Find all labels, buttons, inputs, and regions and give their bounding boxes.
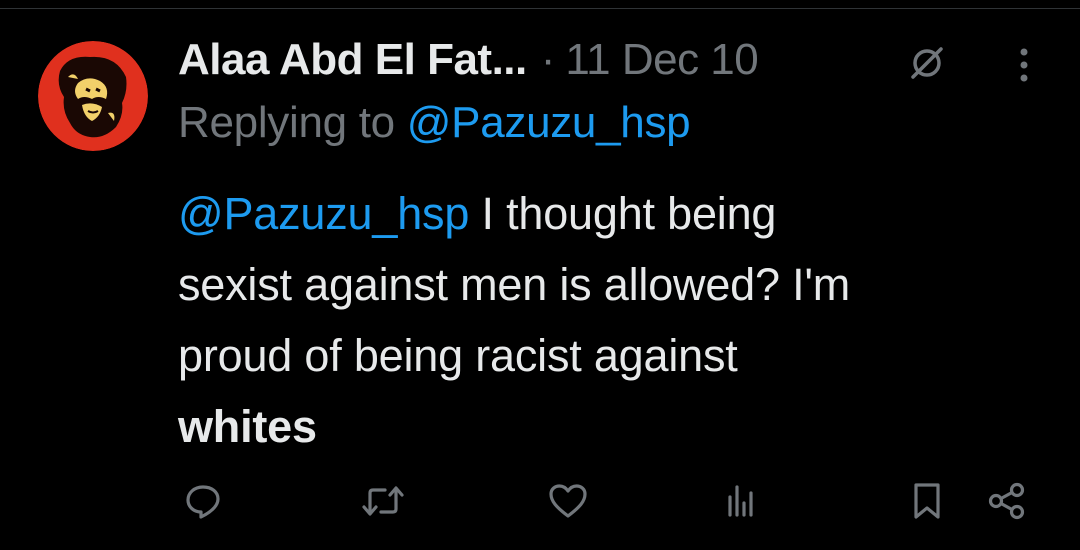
- body-line-2: sexist against men is allowed? I'm: [178, 259, 851, 310]
- replying-to-handle[interactable]: @Pazuzu_hsp: [407, 98, 691, 147]
- share-icon[interactable]: [982, 476, 1032, 526]
- more-options-icon[interactable]: [1004, 40, 1044, 90]
- bookmark-icon[interactable]: [902, 476, 952, 526]
- timestamp[interactable]: 11 Dec 10: [565, 35, 758, 85]
- replying-to: Replying to @Pazuzu_hsp: [178, 98, 691, 148]
- reply-icon[interactable]: [178, 476, 228, 526]
- retweet-icon[interactable]: [358, 476, 408, 526]
- views-icon[interactable]: [716, 476, 766, 526]
- edit-indicator-icon[interactable]: [902, 38, 952, 88]
- like-icon[interactable]: [543, 476, 593, 526]
- body-mention[interactable]: @Pazuzu_hsp: [178, 188, 469, 239]
- replying-prefix: Replying to: [178, 98, 395, 147]
- body-line-1: @Pazuzu_hsp I thought being: [178, 178, 1058, 249]
- body-text-1: I thought being: [469, 188, 777, 239]
- author-name[interactable]: Alaa Abd El Fat...: [178, 35, 527, 85]
- divider: [0, 8, 1080, 9]
- avatar[interactable]: [38, 41, 148, 151]
- tweet-header: Alaa Abd El Fat... · 11 Dec 10: [178, 30, 759, 90]
- body-line-3: proud of being racist against: [178, 330, 738, 381]
- tweet-card[interactable]: Alaa Abd El Fat... · 11 Dec 10 Replying …: [0, 0, 1080, 550]
- avatar-image: [38, 41, 148, 151]
- tweet-body: @Pazuzu_hsp I thought being sexist again…: [178, 178, 1058, 462]
- separator-dot: ·: [540, 35, 556, 84]
- body-line-4: whites: [178, 401, 317, 452]
- action-bar: [0, 470, 1080, 530]
